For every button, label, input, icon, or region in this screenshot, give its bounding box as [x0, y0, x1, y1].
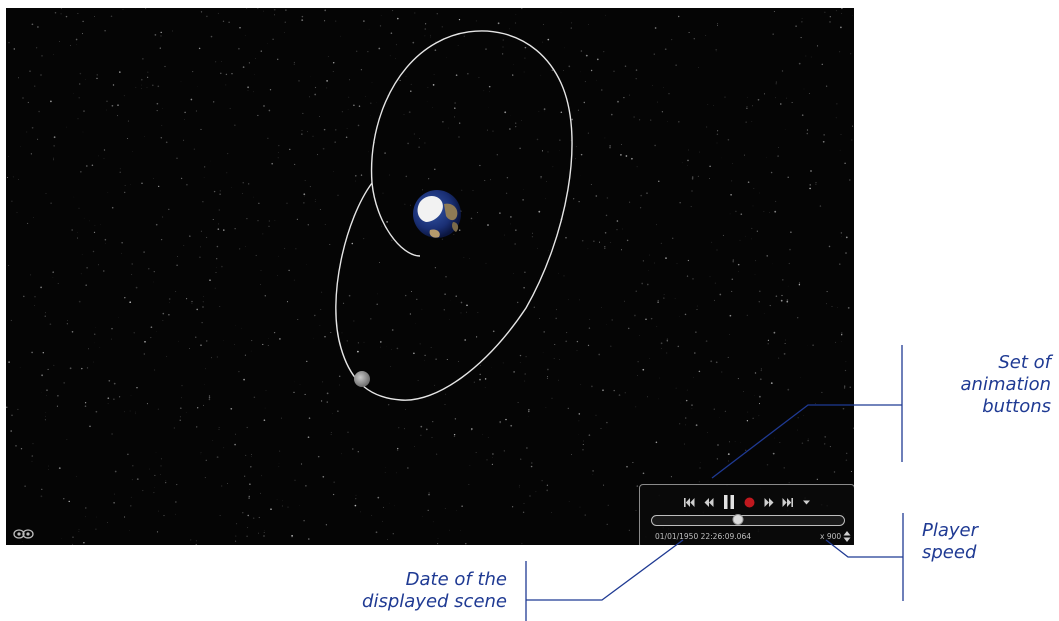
callout-lines [525, 345, 904, 621]
annotation-player-speed: Player speed [922, 520, 979, 563]
page: 01/01/1950 22:26:09.064 x 900 Set of ani… [0, 0, 1059, 621]
annotation-animation-buttons: Set of animation buttons [960, 352, 1051, 417]
annotation-scene-date: Date of the displayed scene [362, 569, 507, 612]
